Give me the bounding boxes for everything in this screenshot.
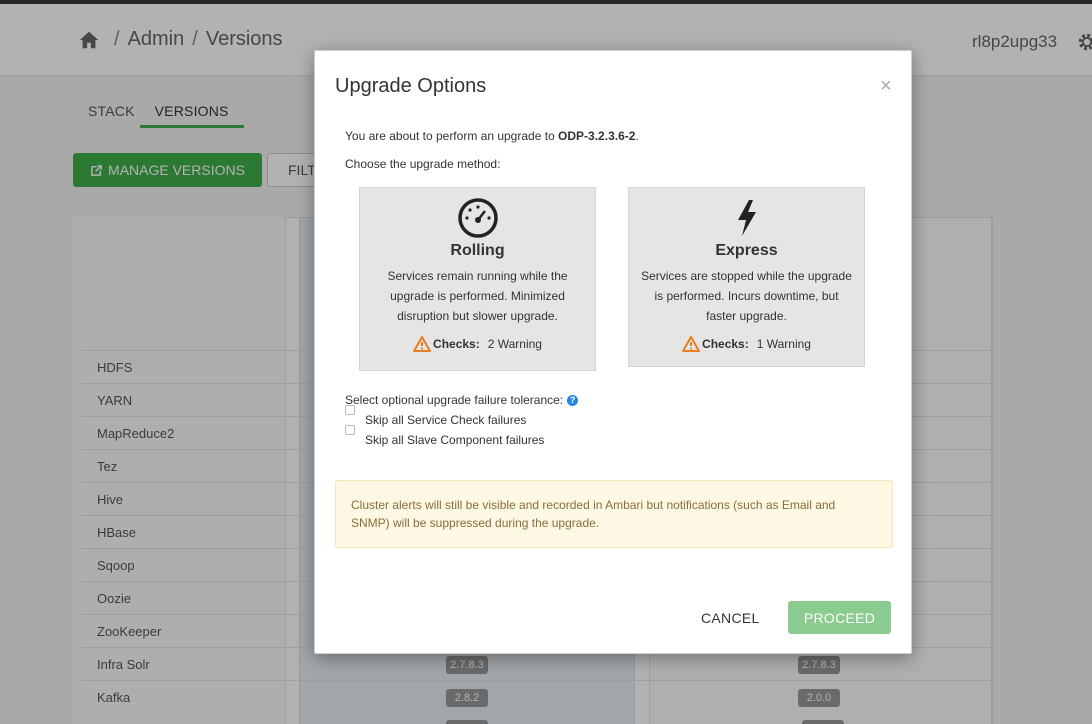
method-name: Rolling [450, 242, 505, 259]
warning-icon [682, 336, 701, 352]
notification-alert: Cluster alerts will still be visible and… [335, 480, 893, 548]
upgrade-intro: You are about to perform an upgrade to O… [345, 129, 639, 143]
close-icon[interactable]: × [880, 75, 892, 98]
upgrade-options-dialog: Upgrade Options × You are about to perfo… [314, 50, 912, 654]
checks-summary: Checks: 1 Warning [629, 336, 864, 352]
skip-service-check-checkbox[interactable] [345, 405, 355, 415]
target-version: ODP-3.2.3.6-2 [558, 129, 636, 143]
checks-value[interactable]: 1 Warning [757, 337, 811, 351]
method-description: Services remain running while the upgrad… [387, 269, 568, 323]
intro-suffix: . [635, 129, 639, 143]
help-icon[interactable]: ? [567, 394, 579, 406]
checks-summary: Checks: 2 Warning [360, 336, 595, 352]
skip-service-check-label[interactable]: Skip all Service Check failures [365, 413, 526, 427]
tolerance-text: Select optional upgrade failure toleranc… [345, 393, 564, 407]
checks-label: Checks: [433, 337, 480, 351]
checks-value[interactable]: 2 Warning [488, 337, 542, 351]
skip-slave-component-checkbox[interactable] [345, 425, 355, 435]
warning-icon [413, 336, 432, 352]
proceed-button[interactable]: PROCEED [788, 601, 891, 634]
failure-tolerance-label: Select optional upgrade failure toleranc… [345, 393, 579, 407]
skip-slave-component-label[interactable]: Skip all Slave Component failures [365, 433, 544, 447]
choose-method-label: Choose the upgrade method: [345, 157, 501, 171]
method-name: Express [715, 242, 778, 259]
dashboard-gauge-icon [457, 198, 498, 238]
dialog-title: Upgrade Options [335, 75, 487, 97]
rolling-upgrade-option[interactable]: Rolling Services remain running while th… [359, 187, 596, 371]
intro-text: You are about to perform an upgrade to [345, 129, 559, 143]
method-description: Services are stopped while the upgrade i… [641, 269, 852, 323]
cancel-button[interactable]: CANCEL [701, 610, 760, 626]
checks-label: Checks: [702, 337, 749, 351]
express-upgrade-option[interactable]: Express Services are stopped while the u… [628, 187, 865, 367]
lightning-bolt-icon [737, 200, 756, 236]
